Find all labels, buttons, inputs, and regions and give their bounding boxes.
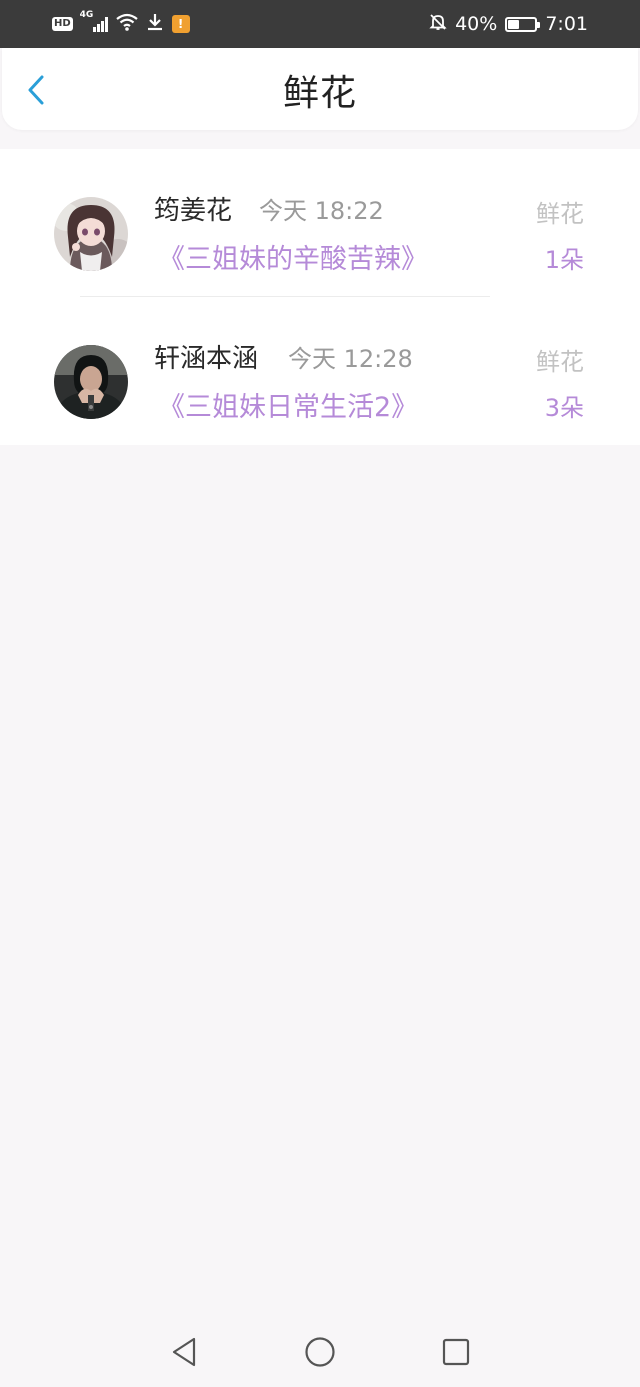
bell-muted-icon: [429, 13, 447, 35]
nav-home-button[interactable]: [304, 1336, 336, 1368]
triangle-back-icon: [172, 1337, 196, 1366]
network-type: 4G: [79, 10, 94, 20]
gift-time: 今天 18:22: [259, 197, 384, 225]
status-left: HD 4G !: [52, 10, 190, 35]
square-recents-icon: [442, 1338, 470, 1365]
battery-icon: [505, 16, 541, 32]
sender-name: 轩涵本涵: [154, 344, 259, 374]
nav-back-button[interactable]: [168, 1336, 200, 1368]
status-bar: HD 4G ! 40% 7:01: [0, 0, 640, 48]
sender-name: 筠姜花: [154, 196, 233, 226]
notification-badge: !: [171, 15, 190, 33]
nav-recents-button[interactable]: [440, 1336, 472, 1368]
signal-icon: 4G: [80, 10, 108, 32]
circle-home-icon: [305, 1336, 335, 1367]
battery-percent: 40%: [455, 13, 498, 35]
status-right: 40% 7:01: [429, 13, 588, 35]
book-title-link[interactable]: 《三姐妹的辛酸苦辣》: [158, 241, 428, 279]
list-item[interactable]: 轩涵本涵 今天 12:28 《三姐妹日常生活2》 鲜花 3朵: [0, 297, 640, 445]
avatar: [54, 345, 128, 419]
battery-fill: [508, 19, 519, 29]
download-icon: [146, 13, 164, 35]
book-title-link[interactable]: 《三姐妹日常生活2》: [158, 389, 418, 427]
system-nav-bar: [0, 1316, 640, 1387]
clock: 7:01: [545, 13, 588, 35]
avatar: [54, 197, 128, 271]
gift-record-list: 筠姜花 今天 18:22 《三姐妹的辛酸苦辣》 鲜花 1朵 轩涵本涵 今天 12…: [0, 149, 640, 445]
hd-badge: HD: [52, 17, 73, 31]
wifi-icon: [115, 13, 138, 35]
page-title: 鲜花: [282, 73, 357, 114]
gift-count: 1朵: [544, 246, 584, 274]
gift-time: 今天 12:28: [288, 345, 413, 373]
gift-type-label: 鲜花: [536, 348, 584, 376]
gift-count: 3朵: [544, 394, 584, 422]
gift-type-label: 鲜花: [536, 200, 584, 228]
app-header: 鲜花: [2, 48, 638, 130]
list-item[interactable]: 筠姜花 今天 18:22 《三姐妹的辛酸苦辣》 鲜花 1朵: [0, 149, 640, 297]
